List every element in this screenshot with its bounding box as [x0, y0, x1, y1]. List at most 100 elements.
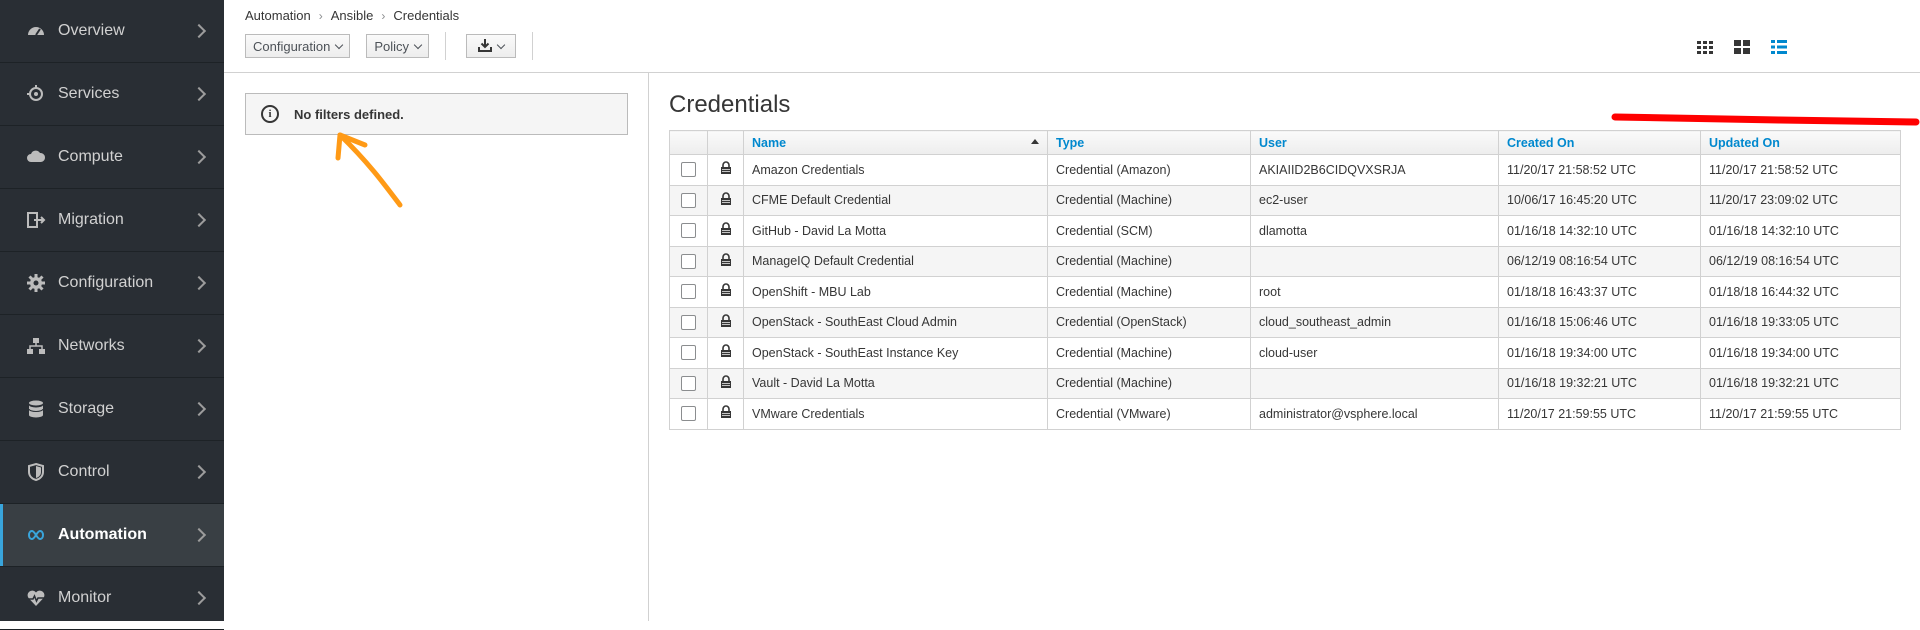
- cell-created-on: 11/20/17 21:59:55 UTC: [1498, 398, 1701, 430]
- row-icon-cell: [707, 215, 744, 247]
- cell-created-on: 01/16/18 14:32:10 UTC: [1498, 215, 1701, 247]
- nav-item-services[interactable]: Services: [0, 63, 224, 126]
- nav-item-compute[interactable]: Compute: [0, 126, 224, 189]
- row-icon-cell: [707, 337, 744, 369]
- chevron-right-icon: [191, 527, 207, 543]
- row-checkbox[interactable]: [681, 223, 696, 239]
- nav-item-configuration[interactable]: Configuration: [0, 252, 224, 315]
- toolbar-divider: [532, 32, 534, 60]
- breadcrumb-item[interactable]: Ansible: [331, 8, 374, 23]
- orange-arrow-annotation: [335, 132, 403, 208]
- row-icon-cell: [707, 245, 744, 277]
- nav-label: Control: [58, 463, 110, 480]
- table-row[interactable]: OpenStack - SouthEast Cloud Admin Credent…: [669, 306, 1901, 338]
- lock-icon: [719, 344, 733, 361]
- configuration-dropdown[interactable]: Configuration: [245, 34, 351, 58]
- row-checkbox[interactable]: [681, 314, 696, 330]
- column-header-name[interactable]: Name: [743, 130, 1048, 155]
- credentials-table: Name Type User Created On Updated On Ama…: [669, 130, 1901, 430]
- breadcrumb-item: Credentials: [393, 8, 460, 23]
- lock-icon: [719, 253, 733, 270]
- red-underline-annotation: [1611, 113, 1920, 126]
- cell-updated-on: 11/20/17 21:59:55 UTC: [1700, 398, 1901, 430]
- cell-updated-on: 11/20/17 21:58:52 UTC: [1700, 154, 1901, 186]
- download-dropdown[interactable]: [466, 34, 517, 58]
- nav-label: Automation: [58, 526, 147, 543]
- row-select-cell: [669, 367, 708, 399]
- chevron-down-icon: [335, 40, 344, 49]
- nav-label: Services: [58, 85, 120, 102]
- chevron-right-icon: [191, 590, 207, 606]
- cell-created-on: 01/18/18 16:43:37 UTC: [1498, 276, 1701, 308]
- table-row[interactable]: CFME Default Credential Credential (Machi…: [669, 184, 1901, 216]
- row-checkbox[interactable]: [681, 345, 696, 361]
- toolbar-divider: [445, 32, 447, 60]
- row-checkbox[interactable]: [681, 162, 696, 178]
- cell-created-on: 01/16/18 19:34:00 UTC: [1498, 337, 1701, 369]
- nav-item-overview[interactable]: Overview: [0, 0, 224, 63]
- lock-icon: [719, 161, 733, 178]
- row-checkbox[interactable]: [681, 375, 696, 391]
- cell-type: Credential (Machine): [1047, 184, 1251, 216]
- heartbeat-icon: [26, 588, 46, 608]
- nav-label: Migration: [58, 211, 124, 228]
- cell-type: Credential (Amazon): [1047, 154, 1251, 186]
- column-header-label: Name: [752, 135, 787, 150]
- column-header-type[interactable]: Type: [1047, 130, 1251, 155]
- row-checkbox[interactable]: [681, 192, 696, 208]
- row-select-cell: [669, 184, 708, 216]
- table-header-row: Name Type User Created On Updated On: [669, 130, 1901, 155]
- row-select-cell: [669, 245, 708, 277]
- row-checkbox[interactable]: [681, 284, 696, 300]
- lock-icon: [719, 222, 733, 239]
- cell-name: Amazon Credentials: [743, 154, 1048, 186]
- row-icon-cell: [707, 367, 744, 399]
- cell-updated-on: 01/16/18 19:32:21 UTC: [1700, 367, 1901, 399]
- chevron-right-icon: [191, 275, 207, 291]
- table-row[interactable]: VMware Credentials Credential (VMware) adm…: [669, 398, 1901, 430]
- table-row[interactable]: Amazon Credentials Credential (Amazon) AKI…: [669, 154, 1901, 186]
- chevron-right-icon: [191, 401, 207, 417]
- download-icon: [478, 38, 493, 55]
- row-checkbox[interactable]: [681, 406, 696, 422]
- cell-user: cloud-user: [1250, 337, 1499, 369]
- cell-created-on: 01/16/18 19:32:21 UTC: [1498, 367, 1701, 399]
- cell-type: Credential (Machine): [1047, 245, 1251, 277]
- cell-created-on: 06/12/19 08:16:54 UTC: [1498, 245, 1701, 277]
- cell-name: GitHub - David La Motta: [743, 215, 1048, 247]
- row-icon-cell: [707, 398, 744, 430]
- cell-name: OpenShift - MBU Lab: [743, 276, 1048, 308]
- configuration-label: Configuration: [253, 38, 331, 54]
- column-header-user[interactable]: User: [1250, 130, 1499, 155]
- table-row[interactable]: Vault - David La Motta Credential (Machin…: [669, 367, 1901, 399]
- list-view-icon[interactable]: [1770, 38, 1788, 56]
- chevron-down-icon: [413, 40, 423, 49]
- grid-view-icon[interactable]: [1696, 38, 1714, 56]
- column-header-created-on[interactable]: Created On: [1498, 130, 1701, 155]
- nav-item-networks[interactable]: Networks: [0, 315, 224, 378]
- table-row[interactable]: ManageIQ Default Credential Credential (M…: [669, 245, 1901, 277]
- table-row[interactable]: OpenStack - SouthEast Instance Key Creden…: [669, 337, 1901, 369]
- nav-label: Overview: [58, 22, 125, 39]
- row-checkbox[interactable]: [681, 253, 696, 269]
- table-row[interactable]: GitHub - David La Motta Credential (SCM) d…: [669, 215, 1901, 247]
- lock-icon: [719, 375, 733, 392]
- nav-item-control[interactable]: Control: [0, 441, 224, 504]
- filter-status-text: No filters defined.: [294, 106, 404, 122]
- policy-dropdown[interactable]: Policy: [366, 34, 430, 58]
- nav-item-migration[interactable]: Migration: [0, 189, 224, 252]
- filter-status-box: i No filters defined.: [245, 93, 628, 135]
- breadcrumb-item[interactable]: Automation: [245, 8, 311, 23]
- tile-view-icon[interactable]: [1733, 38, 1751, 56]
- row-select-cell: [669, 276, 708, 308]
- row-select-cell: [669, 337, 708, 369]
- chevron-right-icon: [191, 23, 207, 39]
- nav-item-storage[interactable]: Storage: [0, 378, 224, 441]
- row-select-cell: [669, 398, 708, 430]
- table-row[interactable]: OpenShift - MBU Lab Credential (Machine) r…: [669, 276, 1901, 308]
- nav-item-automation[interactable]: Automation: [0, 504, 224, 567]
- panel-divider: [648, 73, 649, 621]
- migration-icon: [26, 210, 46, 230]
- column-header-updated-on[interactable]: Updated On: [1700, 130, 1901, 155]
- nav-label: Storage: [58, 400, 115, 417]
